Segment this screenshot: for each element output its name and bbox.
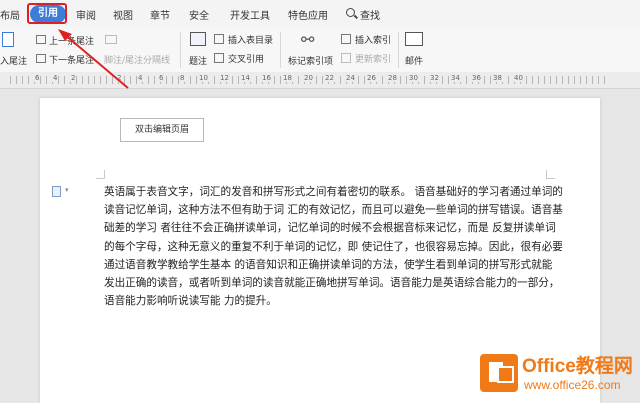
annotation-arrow: [58, 29, 129, 89]
site-watermark: Office教程网 www.office26.com: [478, 350, 640, 400]
office-logo-icon: [480, 354, 518, 392]
watermark-title: Office教程网: [522, 356, 633, 377]
watermark-url: www.office26.com: [524, 378, 621, 392]
